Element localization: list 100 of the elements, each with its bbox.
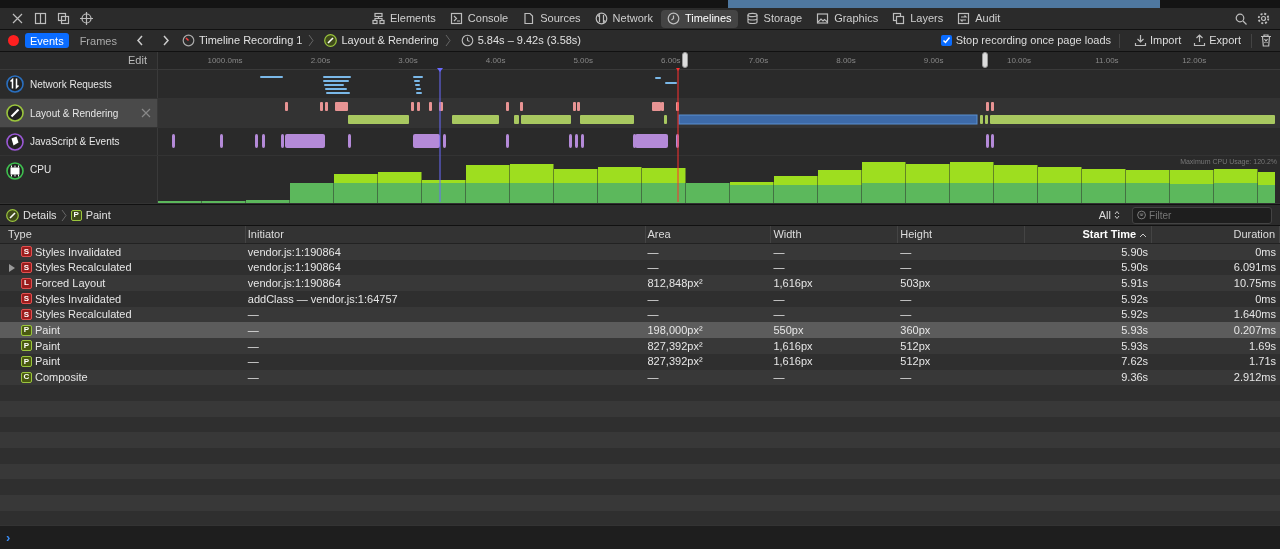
table-cell-text: 7.62s [1121,354,1149,370]
record-type-badge: S [21,246,32,258]
scope-dropdown[interactable]: All [1098,206,1120,224]
table-cell-text: — [247,307,259,323]
script-icon [6,132,24,151]
ruler-tick-label: 12.00s [1182,55,1207,67]
record-type-badge: P [21,340,32,352]
table-cell-text: 550px [773,323,804,339]
column-header[interactable]: Type [6,226,246,243]
edit-button[interactable]: Edit [128,52,147,69]
record-button[interactable] [8,35,19,46]
settings-button[interactable] [1257,12,1270,25]
table-cell-text: 5.92s [1121,291,1149,307]
tab[interactable]: Storage [739,9,809,28]
table-cell-text: 1,616px [773,338,813,354]
cpu-bar [950,162,994,203]
detach-window-button[interactable] [55,10,72,27]
column-header[interactable]: Duration [1152,226,1280,243]
tab[interactable]: Layers [886,9,950,28]
table-cell-text: 512px [900,338,931,354]
breadcrumb[interactable]: Timeline Recording 1 [181,32,303,49]
selection-handle[interactable] [682,52,688,68]
table-row[interactable]: S Styles Invalidated vendor.js:1:190864 — — — 5.90s 0ms [0,244,1280,260]
mode-tab[interactable]: Events [25,33,69,48]
table-row[interactable]: P Paint — 827,392px² 1,616px 512px 5.93s 1.69s [0,338,1280,354]
tab[interactable]: Audit [951,9,1007,28]
checkbox-label: Stop recording once page loads [955,33,1111,49]
mode-tab[interactable]: Frames [74,33,122,48]
table-cell-text: Styles Invalidated [35,244,122,260]
selection-handle[interactable] [982,52,988,68]
network-icon [6,75,24,93]
table-cell-text: — [647,370,659,386]
table-row[interactable]: P Paint — 198,000px² 550px 360px 5.93s 0.207ms [0,322,1280,339]
table-cell-text: — [647,244,659,260]
table-cell-text: 1,616px [773,354,813,370]
tab[interactable]: Timelines [660,9,738,28]
table-cell-text: — [247,323,259,339]
cpu-bar [906,164,950,203]
track-label[interactable]: Network Requests [0,70,158,98]
ruler-tick-label: 5.00s [573,55,593,67]
table-cell-text: vendor.js:1:190864 [247,260,341,276]
track-label[interactable]: JavaScript & Events [0,128,158,155]
search-button[interactable] [1235,12,1247,25]
track-name: Network Requests [30,77,112,92]
table-cell-text: Paint [35,323,61,339]
checkbox[interactable] [940,35,952,46]
table-cell-text: 5.90s [1121,244,1149,260]
record-type-badge: S [21,262,32,274]
table-cell-text: 6.091ms [1233,260,1277,276]
filter-input[interactable]: Filter [1149,207,1267,223]
cpu-bar [774,176,818,203]
image-icon [816,12,830,25]
track-name: Layout & Rendering [30,106,119,121]
tab[interactable]: Console [443,9,515,28]
filter-icon [1137,210,1147,220]
column-header[interactable]: Start Time [1025,226,1153,243]
breadcrumb[interactable]: P Paint [70,206,111,224]
brush-icon [324,34,338,47]
dock-side-button[interactable] [32,10,49,27]
table-cell-text: — [773,244,785,260]
crosshair-button[interactable] [78,10,95,27]
tab[interactable]: Graphics [810,9,885,28]
breadcrumb-separator-icon [444,34,451,47]
column-header[interactable]: Initiator [245,226,646,243]
console-icon [449,12,463,25]
track-label[interactable]: Layout & Rendering [0,99,158,127]
tab[interactable]: Elements [366,9,442,28]
breadcrumb-separator-icon [60,208,67,222]
export-button[interactable]: Export [1193,32,1241,49]
table-cell-text: Paint [35,354,61,370]
cpu-bar [1038,167,1082,203]
breadcrumb[interactable]: 5.84s – 9.42s (3.58s) [460,32,582,49]
clock-icon [460,34,474,47]
clear-button[interactable] [1260,34,1272,47]
stopwatch-icon [181,34,195,47]
console-prompt: › [6,528,11,547]
column-header[interactable]: Height [898,226,1026,243]
column-header[interactable]: Width [771,226,899,243]
track-label[interactable]: CPU [0,156,158,203]
column-header[interactable]: Area [645,226,772,243]
cpu-bar [994,165,1038,203]
search-icon [1235,12,1247,25]
close-icon [11,12,24,25]
breadcrumb[interactable]: Details [6,206,57,224]
ruler-tick-label: 8.00s [836,55,856,67]
close-track-button[interactable] [141,108,151,118]
cpu-bar [510,164,554,203]
tab[interactable]: Network [588,9,659,28]
import-button[interactable]: Import [1134,32,1182,49]
cpu-bar [730,182,774,203]
table-row[interactable]: S Styles Invalidated addClass — vendor.js:1:64757 — — — 5.92s 0ms [0,291,1280,307]
table-cell-text: 1,616px [773,275,813,291]
table-cell-text: 1.640ms [1233,307,1277,323]
ruler-tick-label: 9.00s [923,55,944,67]
filter-field[interactable]: Filter [1132,206,1272,224]
table-row[interactable]: L Forced Layout vendor.js:1:190864 812,848px² 1,616px 503px 5.91s 10.75ms [0,275,1280,292]
breadcrumb[interactable]: Layout & Rendering [324,32,439,49]
track-name: CPU [30,163,52,177]
tab[interactable]: Sources [516,9,587,28]
table-cell-text: 503px [900,275,931,291]
